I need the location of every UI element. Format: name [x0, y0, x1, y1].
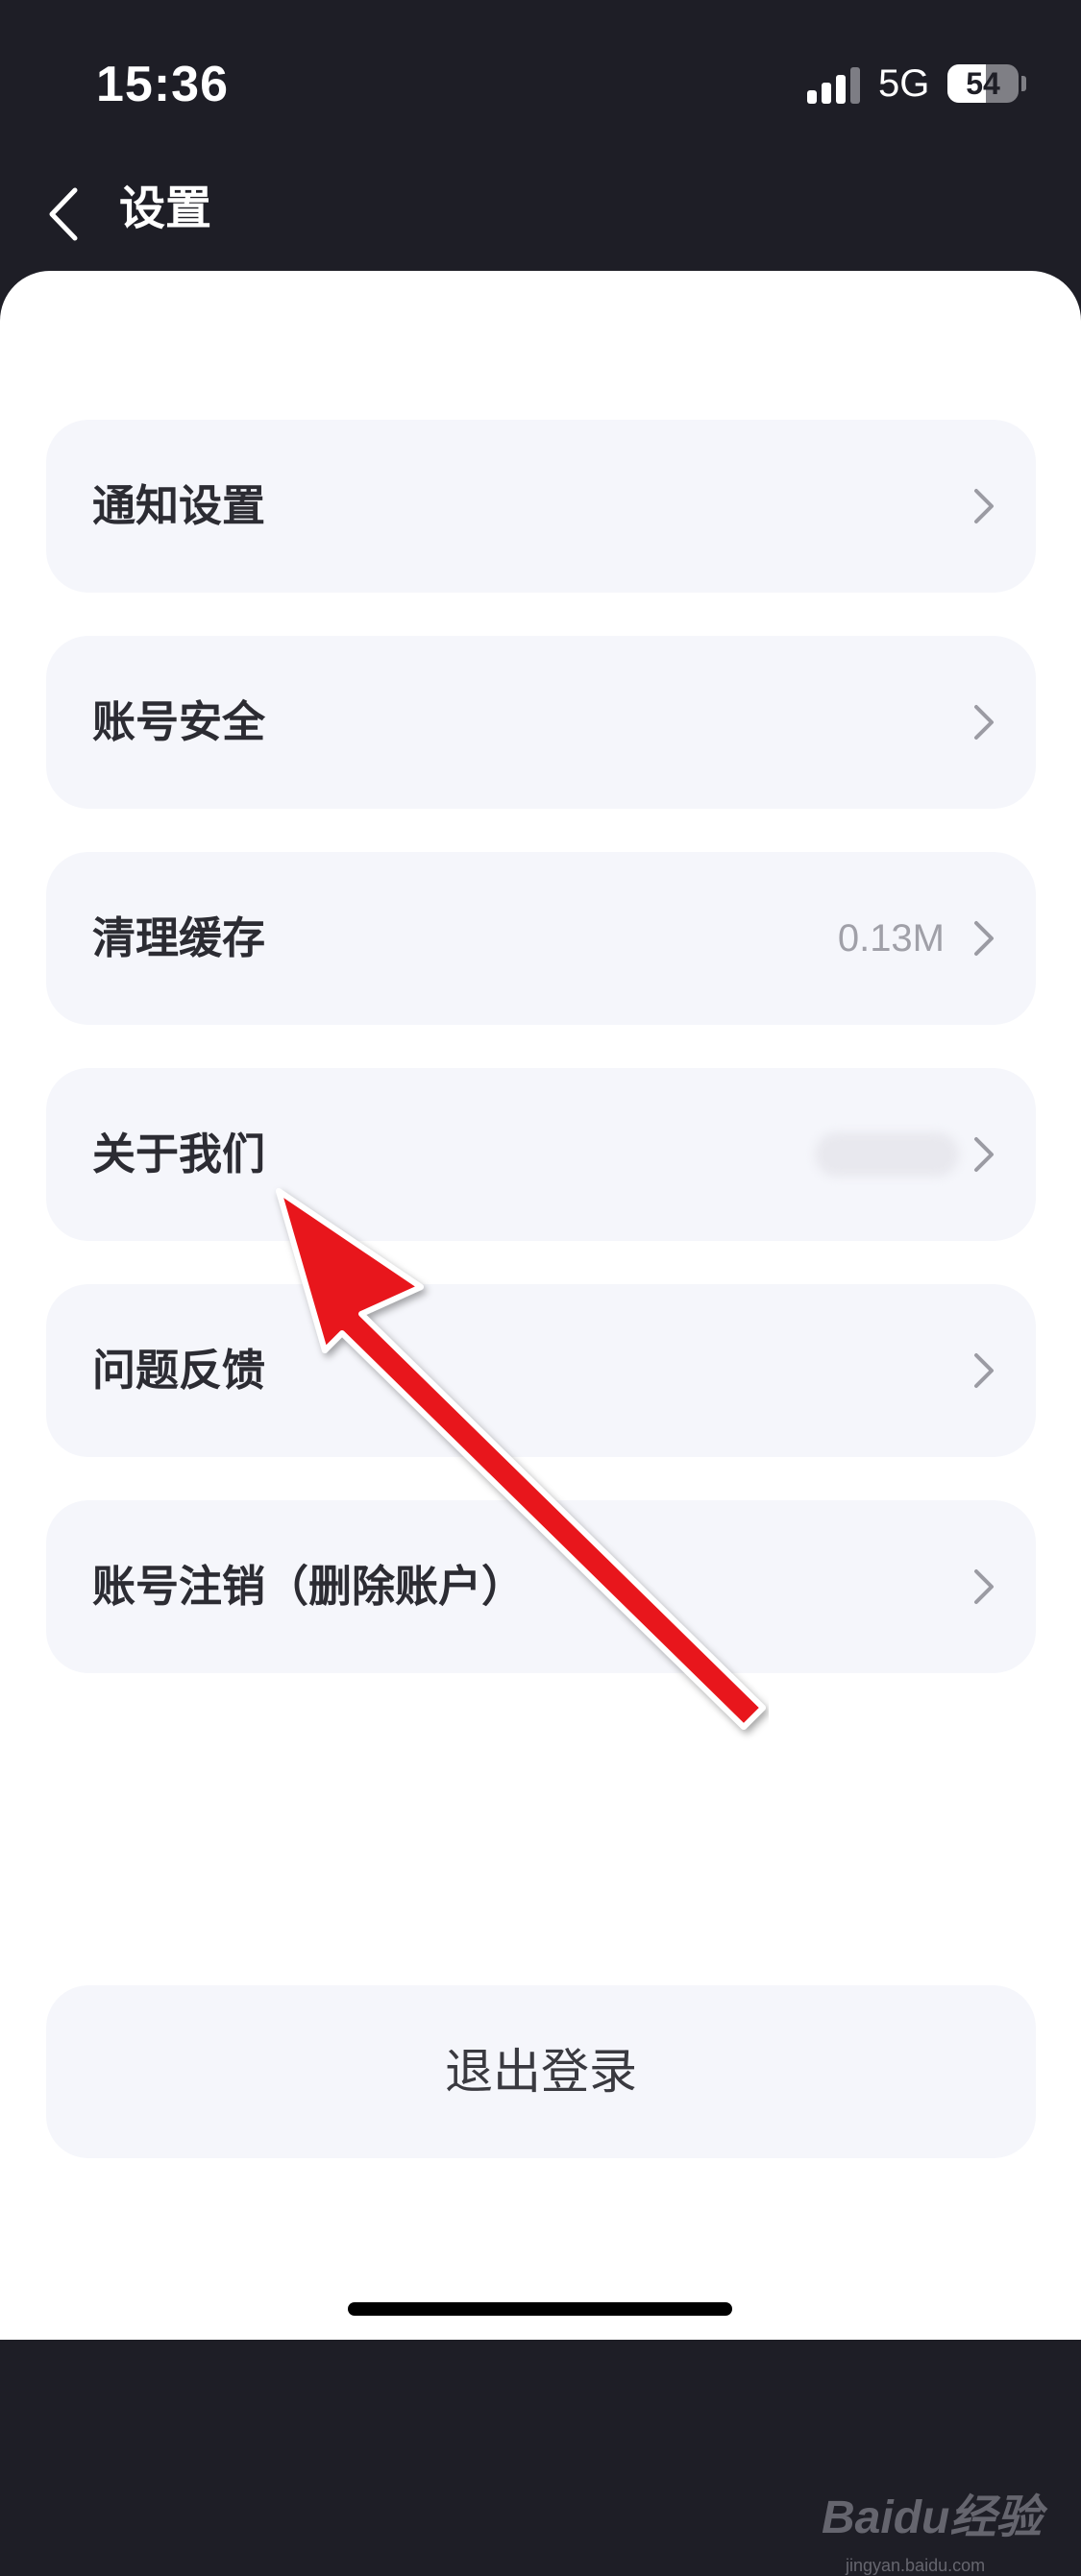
- settings-row-about-us[interactable]: 关于我们: [46, 1068, 1036, 1241]
- cellular-signal-icon: [807, 63, 865, 104]
- page-title: 设置: [119, 182, 212, 235]
- cache-size-value: 0.13M: [837, 917, 945, 960]
- chevron-right-icon: [974, 489, 994, 523]
- chevron-right-icon: [974, 1353, 994, 1388]
- battery-cap: [1021, 76, 1026, 91]
- home-indicator: [348, 2302, 732, 2316]
- settings-row-label: 关于我们: [92, 1129, 266, 1179]
- battery-icon: 54: [947, 64, 1019, 103]
- settings-row-delete-account[interactable]: 账号注销（删除账户）: [46, 1500, 1036, 1673]
- settings-row-label: 账号安全: [92, 696, 266, 747]
- logout-label: 退出登录: [445, 2044, 637, 2100]
- back-button[interactable]: [29, 171, 115, 257]
- status-time: 15:36: [96, 57, 229, 112]
- chevron-right-icon: [974, 1569, 994, 1604]
- status-bar: 15:36 5G 54: [0, 0, 1081, 163]
- settings-row-label: 问题反馈: [92, 1345, 266, 1396]
- chevron-right-icon: [974, 921, 994, 956]
- settings-row-clear-cache[interactable]: 清理缓存 0.13M: [46, 852, 1036, 1025]
- settings-sheet: 通知设置 账号安全 清理缓存 0.13M 关于我们 问题反馈 账号注销（删除账户…: [0, 271, 1081, 2575]
- settings-list: 通知设置 账号安全 清理缓存 0.13M 关于我们 问题反馈 账号注销（删除账户…: [46, 420, 1036, 1716]
- settings-row-account-security[interactable]: 账号安全: [46, 636, 1036, 809]
- settings-row-label: 通知设置: [92, 480, 266, 531]
- chevron-right-icon: [974, 1137, 994, 1172]
- baidu-jingyan-watermark: Baidu经验: [822, 2492, 1043, 2543]
- watermark-url: jingyan.baidu.com: [846, 2556, 986, 2575]
- settings-row-notifications[interactable]: 通知设置: [46, 420, 1036, 593]
- battery-percent: 54: [966, 66, 1000, 101]
- settings-row-label: 清理缓存: [92, 912, 266, 963]
- network-type: 5G: [878, 62, 930, 105]
- chevron-right-icon: [974, 705, 994, 740]
- settings-row-label: 账号注销（删除账户）: [92, 1561, 526, 1612]
- navigation-bar: 设置: [0, 163, 1081, 271]
- chevron-left-icon: [49, 187, 78, 241]
- logout-button[interactable]: 退出登录: [46, 1985, 1036, 2158]
- settings-row-feedback[interactable]: 问题反馈: [46, 1284, 1036, 1457]
- blurred-version-value: [815, 1132, 959, 1177]
